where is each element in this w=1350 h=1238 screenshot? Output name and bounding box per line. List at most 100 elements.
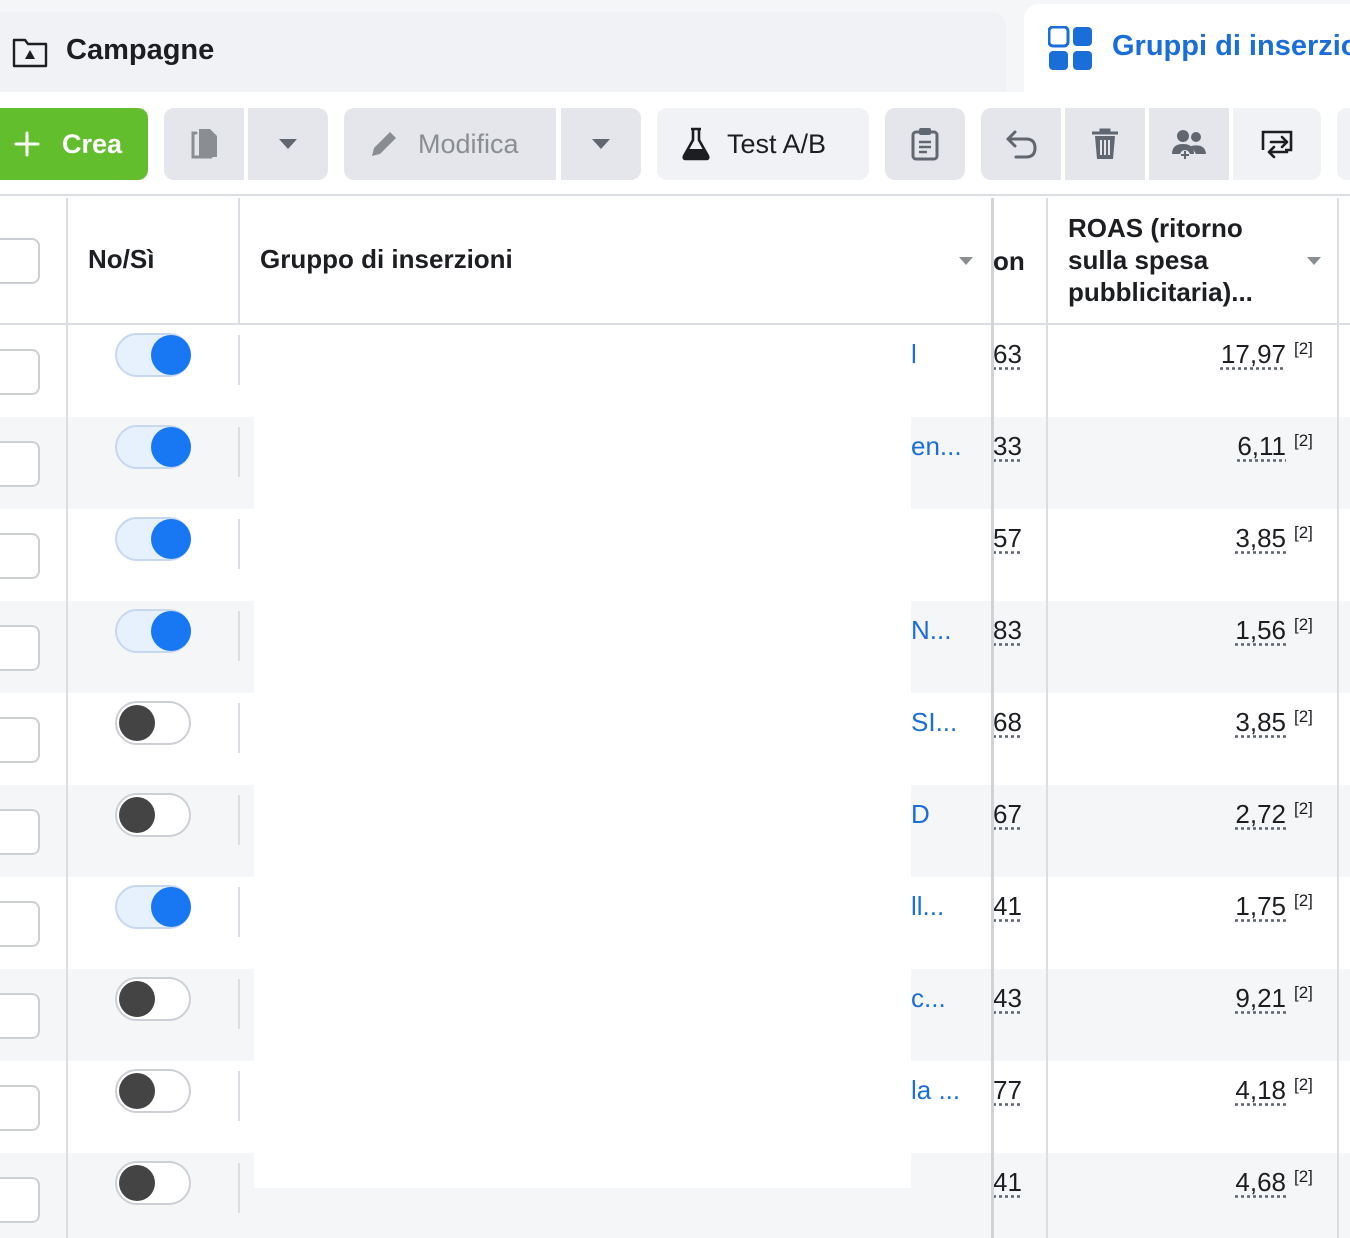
tab-adsets[interactable]: Gruppi di inserzioni — [1024, 4, 1350, 94]
adset-name-link[interactable]: la ... — [911, 1075, 991, 1106]
adset-name-link[interactable]: ll... — [911, 891, 991, 922]
delete-button[interactable] — [1065, 108, 1145, 180]
tab-campaigns-label: Campagne — [66, 34, 214, 67]
clipboard-icon — [911, 127, 939, 161]
adset-name-link[interactable]: SI... — [911, 707, 991, 738]
toggle-knob — [151, 335, 191, 375]
adset-name-link[interactable]: c... — [911, 983, 991, 1014]
row-checkbox[interactable] — [0, 625, 40, 671]
clipboard-button[interactable] — [885, 108, 965, 180]
column-divider — [238, 1071, 240, 1121]
toggle-knob — [119, 981, 155, 1017]
row-checkbox[interactable] — [0, 441, 40, 487]
row-checkbox[interactable] — [0, 809, 40, 855]
header-onoff[interactable]: No/Sì — [88, 244, 154, 275]
people-icon — [1171, 128, 1207, 160]
edit-dropdown-button[interactable] — [561, 108, 641, 180]
row-checkbox[interactable] — [0, 1085, 40, 1131]
row-onoff-toggle[interactable] — [115, 1161, 191, 1205]
toggle-knob — [151, 611, 191, 651]
row-checkbox[interactable] — [0, 901, 40, 947]
column-divider — [238, 519, 240, 569]
row-checkbox[interactable] — [0, 717, 40, 763]
row-checkbox[interactable] — [0, 1177, 40, 1223]
row-checkbox[interactable] — [0, 533, 40, 579]
column-divider — [238, 703, 240, 753]
metric-value: 57 — [993, 523, 1022, 554]
roas-footnote: [2] — [1294, 339, 1313, 359]
column-divider — [238, 1163, 240, 1213]
create-button[interactable]: Crea — [0, 108, 148, 180]
row-onoff-toggle[interactable] — [115, 425, 191, 469]
trash-icon — [1090, 127, 1120, 161]
flask-icon — [681, 127, 711, 161]
roas-footnote: [2] — [1294, 431, 1313, 451]
column-divider — [238, 611, 240, 661]
metric-value: 77 — [993, 1075, 1022, 1106]
chevron-down-icon — [591, 138, 611, 150]
roas-footnote: [2] — [1294, 983, 1313, 1003]
row-onoff-toggle[interactable] — [115, 333, 191, 377]
metric-value: 41 — [993, 1167, 1022, 1198]
column-divider — [1046, 198, 1048, 1238]
toggle-knob — [119, 1165, 155, 1201]
column-divider — [238, 198, 240, 325]
pencil-icon — [368, 128, 400, 160]
row-onoff-toggle[interactable] — [115, 517, 191, 561]
ab-test-button-label: Test A/B — [727, 129, 826, 160]
row-onoff-toggle[interactable] — [115, 701, 191, 745]
header-truncated-column[interactable]: on — [993, 246, 1025, 277]
column-divider — [66, 198, 68, 1238]
header-adset-name[interactable]: Gruppo di inserzioni — [260, 244, 513, 275]
row-onoff-toggle[interactable] — [115, 1069, 191, 1113]
sort-caret-icon[interactable] — [958, 256, 974, 266]
row-onoff-toggle[interactable] — [115, 885, 191, 929]
adset-name-link[interactable]: en... — [911, 431, 991, 462]
header-roas[interactable]: ROAS (ritorno sulla spesa pubblicitaria)… — [1068, 212, 1298, 308]
table-header: No/Sì Gruppo di inserzioni on ROAS (rito… — [0, 198, 1350, 325]
tab-campaigns[interactable]: Campagne — [0, 12, 1006, 92]
export-button[interactable] — [1233, 108, 1321, 180]
ab-test-button[interactable]: Test A/B — [657, 108, 869, 180]
row-onoff-toggle[interactable] — [115, 793, 191, 837]
sort-caret-icon[interactable] — [1306, 256, 1322, 266]
metric-value: 68 — [993, 707, 1022, 738]
folder-icon — [12, 36, 48, 68]
column-divider — [238, 335, 240, 385]
roas-value: 2,72 — [1235, 799, 1286, 830]
duplicate-icon — [187, 127, 221, 161]
duplicate-button[interactable] — [164, 108, 244, 180]
metric-value: 43 — [993, 983, 1022, 1014]
adsets-table: No/Sì Gruppo di inserzioni on ROAS (rito… — [0, 198, 1350, 1238]
roas-value: 3,85 — [1235, 707, 1286, 738]
roas-footnote: [2] — [1294, 1167, 1313, 1187]
grid-icon — [1048, 26, 1094, 72]
row-checkbox[interactable] — [0, 349, 40, 395]
column-divider — [238, 979, 240, 1029]
duplicate-dropdown-button[interactable] — [248, 108, 328, 180]
metric-value: 33 — [993, 431, 1022, 462]
toggle-knob — [119, 705, 155, 741]
toggle-knob — [119, 797, 155, 833]
edit-button-label: Modifica — [418, 129, 519, 160]
metric-value: 67 — [993, 799, 1022, 830]
adset-name-link[interactable]: D — [911, 799, 991, 830]
tab-adsets-label: Gruppi di inserzioni — [1112, 30, 1350, 63]
audience-button[interactable] — [1149, 108, 1229, 180]
more-button[interactable] — [1337, 108, 1350, 180]
column-divider — [238, 795, 240, 845]
roas-footnote: [2] — [1294, 707, 1313, 727]
edit-button[interactable]: Modifica — [344, 108, 556, 180]
column-divider — [238, 427, 240, 477]
roas-footnote: [2] — [1294, 615, 1313, 635]
roas-value: 1,56 — [1235, 615, 1286, 646]
roas-value: 4,68 — [1235, 1167, 1286, 1198]
row-onoff-toggle[interactable] — [115, 609, 191, 653]
select-all-checkbox[interactable] — [0, 238, 40, 284]
undo-button[interactable] — [981, 108, 1061, 180]
adset-name-link[interactable]: N... — [911, 615, 991, 646]
toggle-knob — [119, 1073, 155, 1109]
row-checkbox[interactable] — [0, 993, 40, 1039]
row-onoff-toggle[interactable] — [115, 977, 191, 1021]
adset-name-link[interactable]: l — [911, 339, 991, 370]
